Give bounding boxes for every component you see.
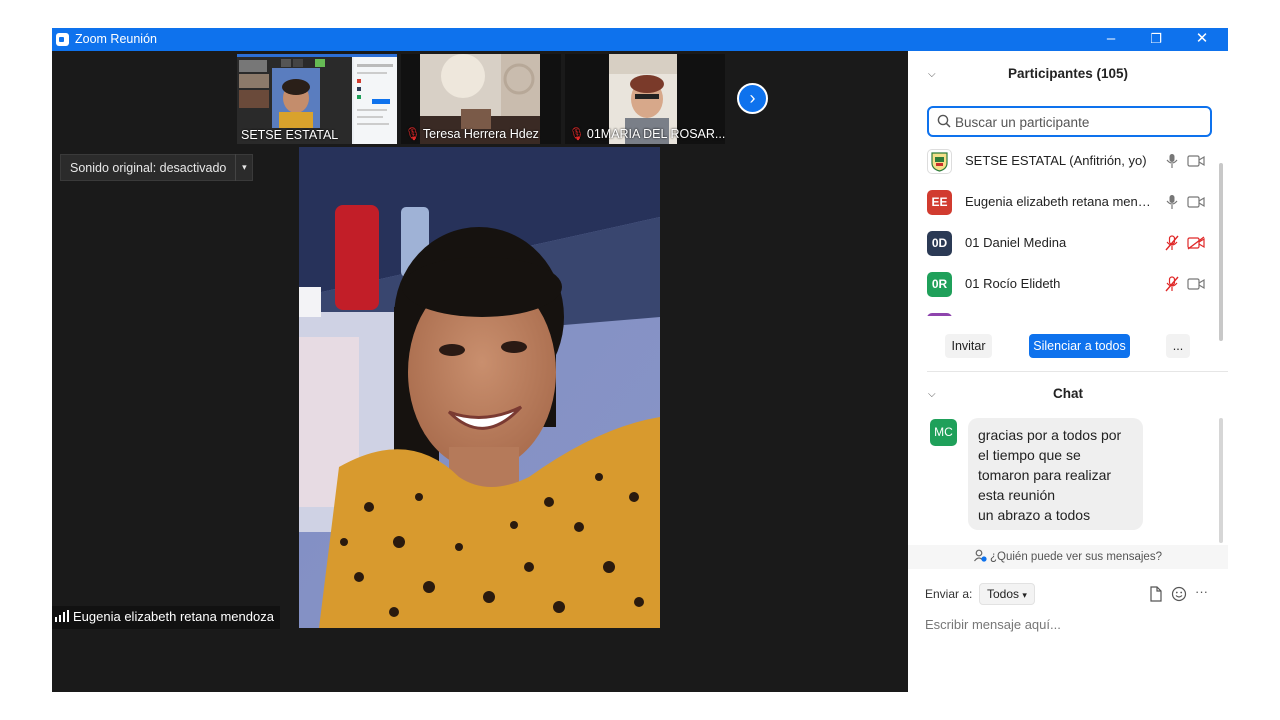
more-options-button[interactable]: ... — [1166, 334, 1190, 358]
minimize-button[interactable]: – — [1089, 28, 1133, 51]
speaker-video-image — [299, 147, 660, 628]
side-panel: ⌵ Participantes (105) SETSE ESTATAL (Anf… — [908, 51, 1228, 692]
avatar — [927, 149, 952, 174]
chat-message-line: esta reunión — [978, 487, 1056, 503]
title-bar: Zoom Reunión – ❐ ✕ — [52, 28, 1228, 51]
window-title: Zoom Reunión — [75, 32, 157, 46]
participant-name: SETSE ESTATAL (Anfitrión, yo) — [965, 153, 1147, 168]
file-icon[interactable] — [1149, 586, 1163, 607]
avatar: EE — [927, 190, 952, 215]
chat-header: Chat — [1053, 386, 1083, 401]
recipient-dropdown[interactable]: Todos ▾ — [979, 583, 1035, 605]
chat-message: gracias por a todos por el tiempo que se… — [968, 418, 1143, 530]
mic-icon[interactable] — [1165, 153, 1179, 174]
close-button[interactable]: ✕ — [1180, 28, 1224, 51]
chevron-down-icon[interactable]: ▾ — [235, 154, 252, 181]
thumbnail-name: 🎙︎ 01MARIA DEL ROSAR... — [569, 127, 725, 141]
original-sound-toggle[interactable]: Sonido original: desactivado ▾ — [60, 154, 254, 181]
participant-row[interactable]: 0D 01 Daniel Medina — [908, 223, 1228, 264]
participant-list: SETSE ESTATAL (Anfitrión, yo) EE Eugenia e… — [908, 141, 1228, 316]
who-can-see-link[interactable]: ¿Quién puede ver sus mensajes? — [908, 545, 1228, 569]
search-input[interactable] — [955, 112, 1205, 132]
mic-muted-icon: 🎙︎ — [405, 127, 421, 141]
avatar: 0D — [927, 231, 952, 256]
zoom-window: Zoom Reunión – ❐ ✕ SETSE ESTATAL 🎙︎ Tere… — [52, 28, 1228, 692]
send-to-label: Enviar a: — [925, 587, 973, 601]
original-sound-label[interactable]: Sonido original: desactivado — [61, 161, 235, 175]
camera-off-icon[interactable] — [1187, 236, 1205, 255]
mic-muted-icon: 🎙︎ — [569, 127, 585, 141]
participant-name: 01 Daniel Medina — [965, 235, 1067, 250]
thumbnail-video[interactable]: 🎙︎ Teresa Herrera Hdez — [401, 54, 561, 144]
chat-message-line: tomaron para realizar — [978, 467, 1112, 483]
chat-scrollbar[interactable] — [1219, 418, 1223, 543]
participant-list-scrollbar[interactable] — [1219, 163, 1223, 341]
section-divider — [927, 371, 1228, 372]
participant-name: Eugenia elizabeth retana mendoza — [965, 194, 1155, 209]
participant-row[interactable]: 0R 01 Rocío Elideth — [908, 264, 1228, 305]
restore-button[interactable]: ❐ — [1134, 28, 1178, 51]
next-page-button[interactable]: › — [737, 83, 768, 114]
thumbnail-name: 🎙︎ Teresa Herrera Hdez — [405, 127, 539, 141]
camera-icon[interactable] — [1187, 277, 1205, 296]
mic-icon[interactable] — [1165, 194, 1179, 215]
invite-button[interactable]: Invitar — [945, 334, 992, 358]
search-icon — [937, 114, 951, 133]
participants-header: Participantes (105) — [1007, 66, 1129, 81]
more-icon[interactable]: ··· — [1195, 584, 1208, 599]
emoji-icon[interactable] — [1171, 586, 1187, 607]
participant-search[interactable] — [927, 106, 1212, 137]
chat-message-input[interactable] — [925, 612, 1215, 636]
zoom-logo-icon — [56, 33, 69, 46]
active-speaker-video — [299, 147, 660, 628]
participant-row[interactable]: EE Eugenia elizabeth retana mendoza — [908, 182, 1228, 223]
video-stage: SETSE ESTATAL 🎙︎ Teresa Herrera Hdez 🎙︎ … — [52, 51, 908, 692]
signal-strength-icon — [55, 610, 69, 625]
avatar: MC — [930, 419, 957, 446]
participant-row[interactable]: SETSE ESTATAL (Anfitrión, yo) — [908, 141, 1228, 182]
camera-icon[interactable] — [1187, 195, 1205, 214]
participant-name: 01 Rocío Elideth — [965, 276, 1061, 291]
thumbnail-video[interactable]: SETSE ESTATAL — [237, 54, 397, 144]
avatar — [927, 313, 952, 316]
camera-icon[interactable] — [1187, 154, 1205, 173]
mute-all-button[interactable]: Silenciar a todos — [1029, 334, 1130, 358]
mic-muted-icon[interactable] — [1165, 276, 1179, 297]
participant-row[interactable] — [908, 305, 1228, 316]
mic-muted-icon[interactable] — [1165, 235, 1179, 256]
avatar: 0R — [927, 272, 952, 297]
person-lock-icon — [974, 547, 987, 571]
thumbnail-video[interactable]: 🎙︎ 01MARIA DEL ROSAR... — [565, 54, 725, 144]
chat-message-line: un abrazo a todos — [978, 507, 1091, 523]
chevron-down-icon: ▾ — [1022, 590, 1027, 600]
thumbnail-name: SETSE ESTATAL — [241, 128, 339, 142]
speaker-name-label: Eugenia elizabeth retana mendoza — [52, 606, 280, 629]
chat-message-line: el tiempo que se — [978, 447, 1081, 463]
chat-message-line: gracias por a todos por — [978, 427, 1122, 443]
